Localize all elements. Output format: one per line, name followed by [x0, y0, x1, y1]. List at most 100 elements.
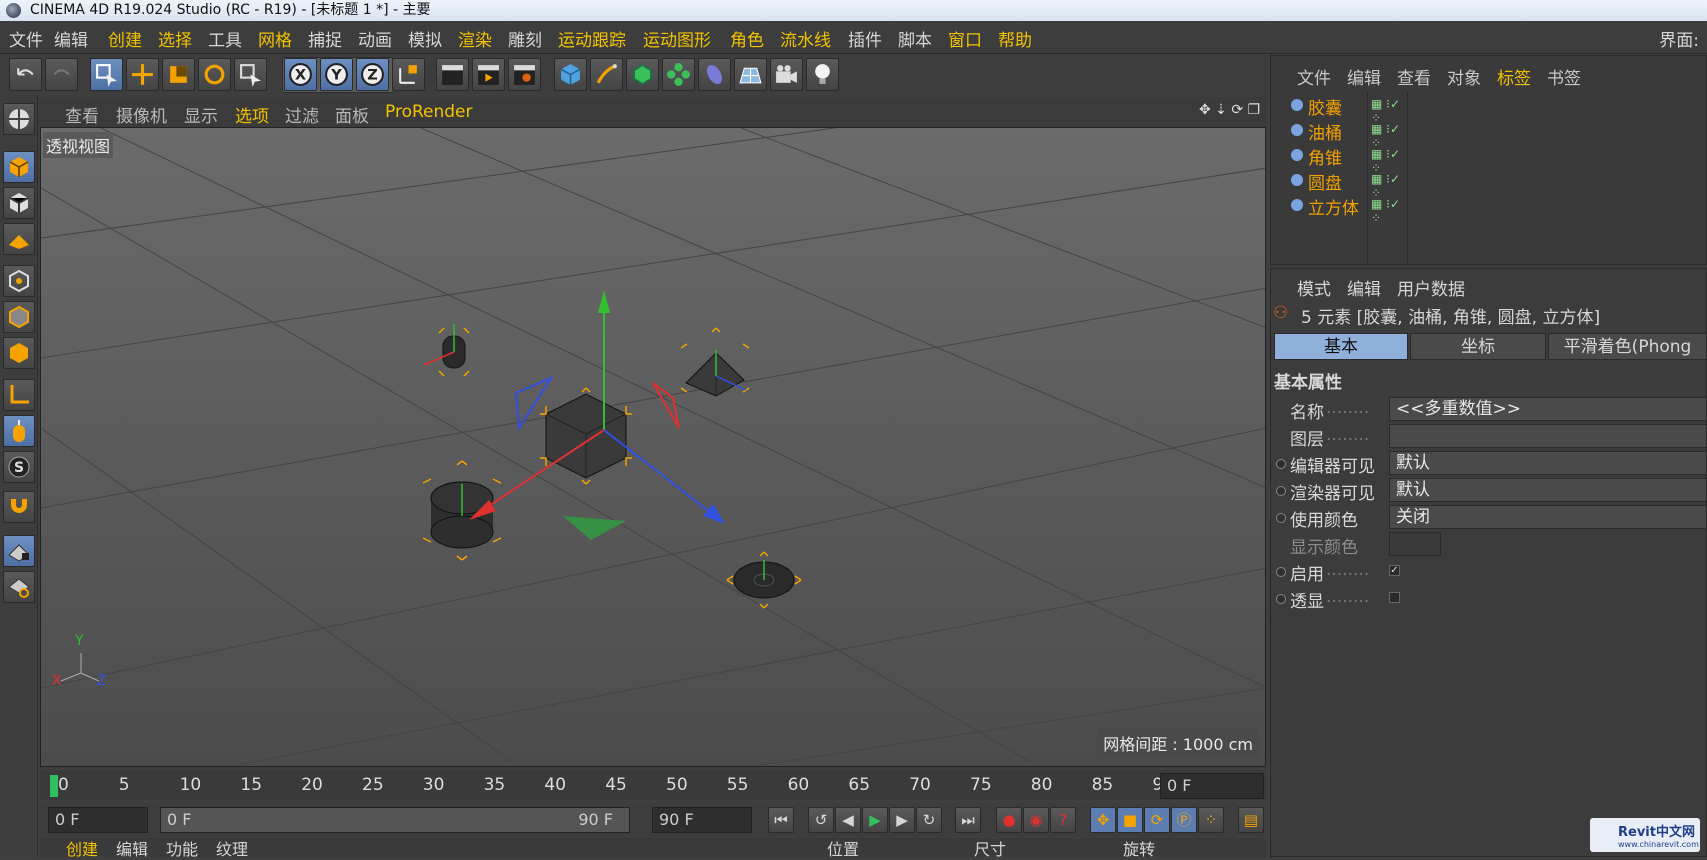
tab-basic[interactable]: 基本 — [1274, 333, 1408, 360]
viewport-menu-panel[interactable]: 面板 — [335, 102, 369, 127]
record-keys-button[interactable]: ● — [996, 807, 1022, 833]
menu-animate[interactable]: 动画 — [358, 26, 392, 51]
rotate-tool-button[interactable] — [198, 58, 231, 91]
enable-checkbox[interactable]: ✓ — [1389, 565, 1400, 576]
object-name[interactable]: 角锥 — [1308, 144, 1342, 169]
undo-button[interactable] — [9, 58, 42, 91]
tweak-mode-button[interactable] — [3, 415, 35, 447]
model-mode-button[interactable] — [3, 151, 35, 183]
cone-object[interactable] — [680, 327, 750, 397]
visibility-check-icon[interactable]: ▦ ⁝✓ ⁘ — [1371, 172, 1411, 200]
key-pla-button[interactable]: ⁘ — [1198, 807, 1224, 833]
timeline-ruler[interactable]: 051015202530354045505560657075808590 0 F — [40, 770, 1266, 800]
menu-help[interactable]: 帮助 — [998, 26, 1032, 51]
key-parameter-button[interactable]: Ⓟ — [1171, 807, 1197, 833]
current-frame-field[interactable]: 0 F — [1160, 773, 1264, 799]
name-field[interactable]: <<多重数值>> — [1389, 397, 1707, 421]
render-picture-viewer-button[interactable] — [472, 58, 505, 91]
menu-sculpt[interactable]: 雕刻 — [508, 26, 542, 51]
menu-snap[interactable]: 捕捉 — [308, 26, 342, 51]
object-row-capsule[interactable]: 胶囊 ▦ ⁝✓ ⁘ — [1271, 93, 1707, 125]
material-tab-function[interactable]: 功能 — [166, 836, 198, 860]
x-axis-lock-button[interactable]: X — [284, 58, 317, 91]
animate-radio-icon[interactable] — [1276, 567, 1286, 577]
render-settings-button[interactable] — [508, 58, 541, 91]
render-view-button[interactable] — [436, 58, 469, 91]
object-name[interactable]: 油桶 — [1308, 119, 1342, 144]
visibility-check-icon[interactable]: ▦ ⁝✓ ⁘ — [1371, 197, 1411, 225]
object-name[interactable]: 立方体 — [1308, 194, 1359, 219]
perspective-viewport[interactable]: 透视视图 Y X Z 网格间距 : 1000 cm — [40, 127, 1266, 767]
menu-character[interactable]: 角色 — [730, 26, 764, 51]
end-frame-field[interactable]: 90 F — [652, 807, 752, 833]
key-rotation-button[interactable]: ⟳ — [1144, 807, 1170, 833]
object-row-disc[interactable]: 圆盘 ▦ ⁝✓ ⁘ — [1271, 168, 1707, 200]
menu-edit[interactable]: 编辑 — [54, 26, 88, 51]
material-tab-create[interactable]: 创建 — [66, 836, 98, 860]
tab-phong[interactable]: 平滑着色(Phong — [1548, 333, 1707, 360]
viewport-menu-options[interactable]: 选项 — [235, 102, 269, 127]
menu-simulate[interactable]: 模拟 — [408, 26, 442, 51]
viewport-menu-filter[interactable]: 过滤 — [285, 102, 319, 127]
menu-plugins[interactable]: 插件 — [848, 26, 882, 51]
layer-field[interactable] — [1389, 424, 1707, 448]
deformer-button[interactable] — [698, 58, 731, 91]
planar-workplane-button[interactable] — [3, 571, 35, 603]
om-menu-bookmarks[interactable]: 书签 — [1547, 64, 1581, 89]
menu-script[interactable]: 脚本 — [898, 26, 932, 51]
z-axis-lock-button[interactable]: Z — [356, 58, 389, 91]
viewport-menu-display[interactable]: 显示 — [184, 102, 218, 127]
xray-checkbox[interactable] — [1389, 592, 1400, 603]
make-editable-button[interactable] — [3, 103, 35, 135]
material-tab-edit[interactable]: 编辑 — [116, 836, 148, 860]
animate-radio-icon[interactable] — [1276, 459, 1286, 469]
move-tool-button[interactable] — [126, 58, 159, 91]
timeline-window-button[interactable]: ▤ — [1238, 807, 1264, 833]
snap-button[interactable] — [3, 491, 35, 523]
om-menu-edit[interactable]: 编辑 — [1347, 64, 1381, 89]
polygons-mode-button[interactable] — [3, 337, 35, 369]
keyframe-selection-button[interactable]: ? — [1050, 807, 1076, 833]
object-row-cube[interactable]: 立方体 ▦ ⁝✓ ⁘ — [1271, 193, 1707, 225]
key-position-button[interactable]: ✥ — [1090, 807, 1116, 833]
redo-button[interactable] — [45, 58, 78, 91]
am-menu-edit[interactable]: 编辑 — [1347, 275, 1381, 300]
menu-select[interactable]: 选择 — [158, 26, 192, 51]
tab-coordinates[interactable]: 坐标 — [1410, 333, 1546, 360]
editor-visible-dropdown[interactable]: 默认 — [1389, 451, 1707, 475]
workplane-mode-button[interactable] — [3, 223, 35, 255]
cube-object-button[interactable] — [554, 58, 587, 91]
am-menu-mode[interactable]: 模式 — [1297, 275, 1331, 300]
menu-file[interactable]: 文件 — [9, 26, 43, 51]
autokey-button[interactable]: ◉ — [1023, 807, 1049, 833]
recent-tools-button[interactable] — [234, 58, 267, 91]
next-key-button[interactable]: ↻ — [916, 807, 942, 833]
object-row-cone[interactable]: 角锥 ▦ ⁝✓ ⁘ — [1271, 143, 1707, 175]
live-selection-button[interactable] — [90, 58, 123, 91]
menu-motion-tracking[interactable]: 运动跟踪 — [558, 26, 626, 51]
goto-start-button[interactable]: ⏮ — [768, 807, 794, 833]
menu-render[interactable]: 渲染 — [458, 26, 492, 51]
object-name[interactable]: 圆盘 — [1308, 169, 1342, 194]
om-menu-tags[interactable]: 标签 — [1497, 64, 1531, 89]
prev-frame-button[interactable]: ◀ — [835, 807, 861, 833]
capsule-object[interactable] — [423, 324, 470, 377]
interface-layout-label[interactable]: 界面: — [1659, 26, 1699, 51]
next-frame-button[interactable]: ▶ — [889, 807, 915, 833]
viewport-navigation-icons[interactable]: ✥ ⇣ ⟳ ❐ — [1199, 102, 1260, 118]
om-menu-objects[interactable]: 对象 — [1447, 64, 1481, 89]
points-mode-button[interactable] — [3, 265, 35, 297]
om-menu-file[interactable]: 文件 — [1297, 64, 1331, 89]
viewport-menu-prorender[interactable]: ProRender — [385, 102, 473, 122]
menu-tools[interactable]: 工具 — [208, 26, 242, 51]
start-frame-field[interactable]: 0 F — [48, 807, 148, 833]
key-scale-button[interactable]: ■ — [1117, 807, 1143, 833]
visibility-check-icon[interactable]: ▦ ⁝✓ ⁘ — [1371, 122, 1411, 150]
viewport-menu-view[interactable]: 查看 — [65, 102, 99, 127]
coordinate-system-button[interactable] — [392, 58, 425, 91]
workplane-lock-button[interactable] — [3, 535, 35, 567]
animate-radio-icon[interactable] — [1276, 513, 1286, 523]
animate-radio-icon[interactable] — [1276, 594, 1286, 604]
prev-key-button[interactable]: ↺ — [808, 807, 834, 833]
material-tab-texture[interactable]: 纹理 — [216, 836, 248, 860]
